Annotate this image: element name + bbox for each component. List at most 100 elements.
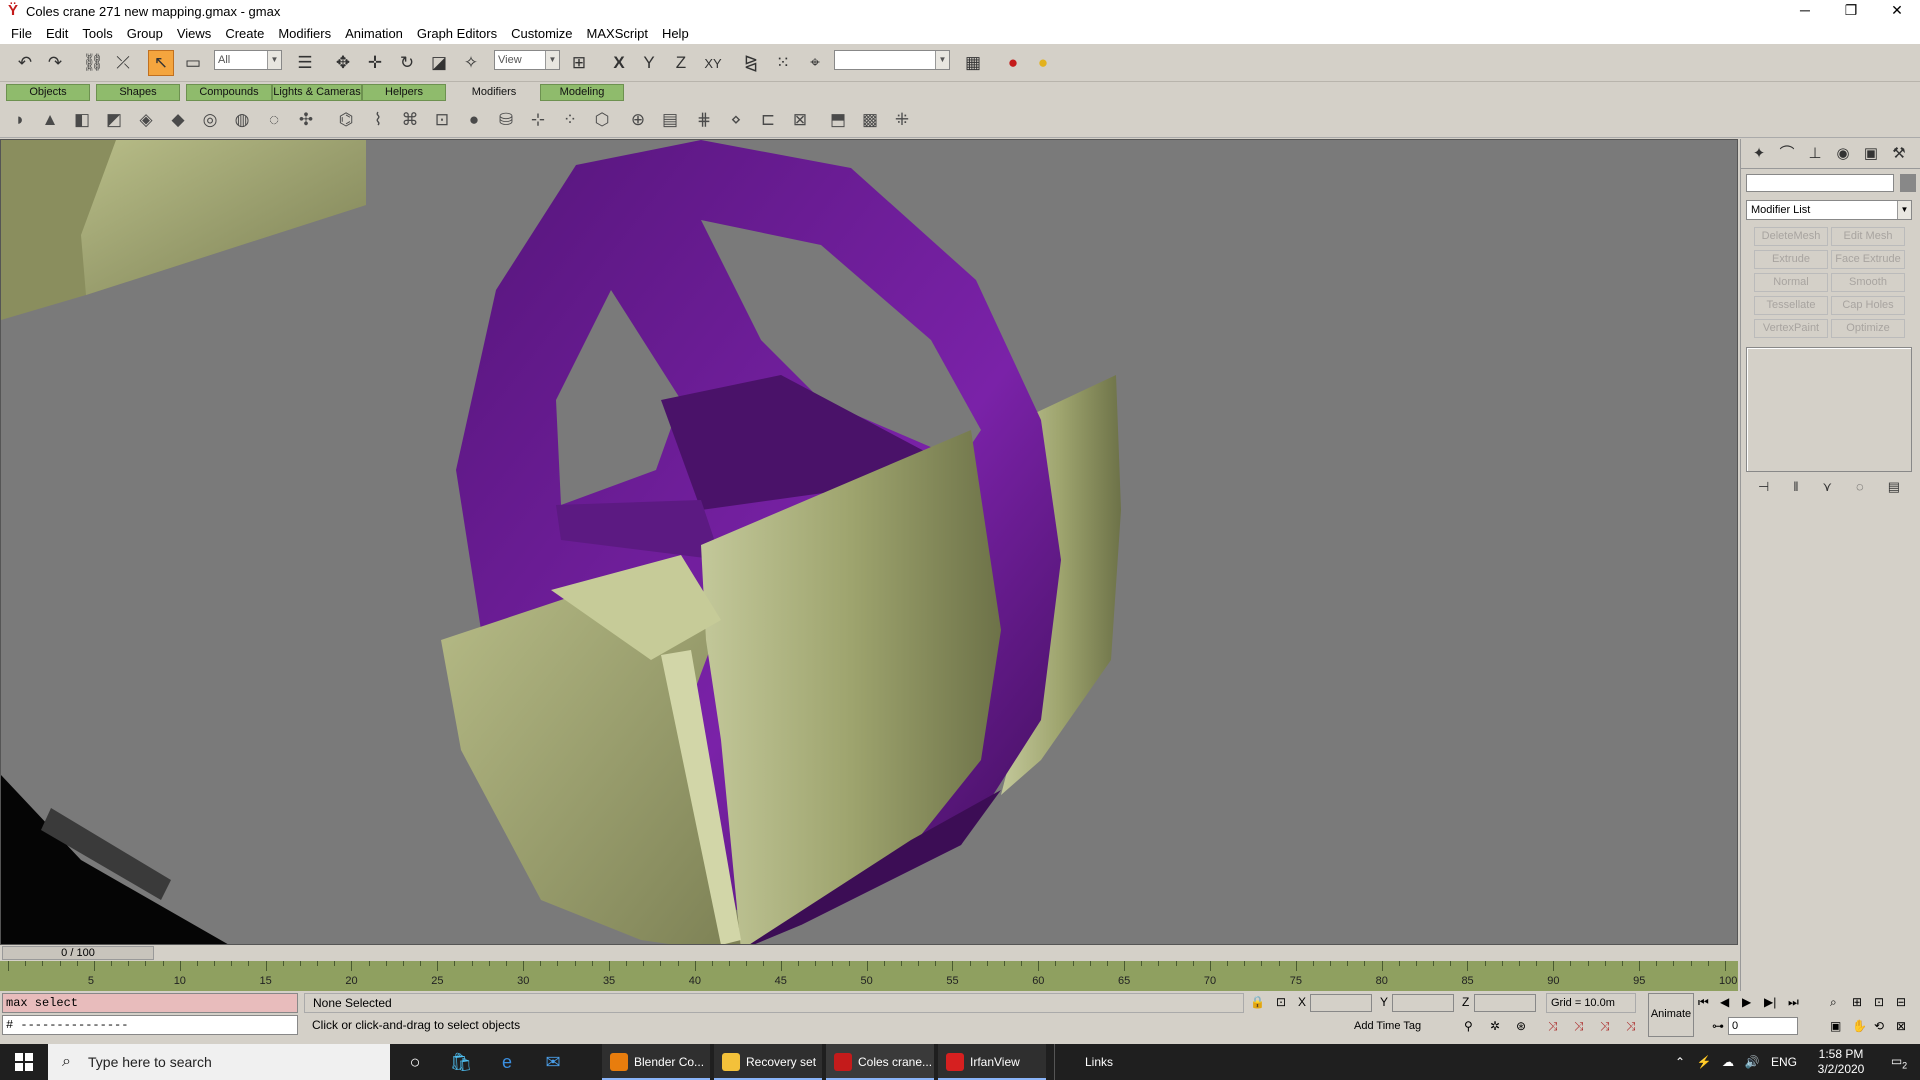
sphere-map-icon[interactable]: ● — [462, 108, 486, 132]
tab-objects[interactable]: Objects — [6, 84, 90, 101]
rectangular-selection-icon[interactable]: ▭ — [180, 50, 206, 76]
menu-graph-editors[interactable]: Graph Editors — [410, 26, 504, 41]
object-name-field[interactable] — [1746, 174, 1894, 192]
redo-icon[interactable]: ↷ — [42, 50, 68, 76]
menu-maxscript[interactable]: MAXScript — [580, 26, 655, 41]
face-extrude-button[interactable]: Face Extrude — [1831, 250, 1905, 269]
bend-icon[interactable]: ◗ — [8, 108, 32, 132]
optimize-button[interactable]: Optimize — [1831, 319, 1905, 338]
minimize-button[interactable]: ─ — [1782, 0, 1828, 22]
lattice-icon[interactable]: ⌬ — [334, 108, 358, 132]
spherify-icon[interactable]: ◎ — [198, 108, 222, 132]
region-zoom-icon[interactable]: ▣ — [1830, 1017, 1841, 1037]
cap-holes-icon[interactable]: ⊏ — [756, 108, 780, 132]
cap-holes-button[interactable]: Cap Holes — [1831, 296, 1905, 315]
menu-animation[interactable]: Animation — [338, 26, 410, 41]
array-icon[interactable]: ⁙ — [770, 50, 796, 76]
unwrap-uvw-icon[interactable]: ▤ — [658, 108, 682, 132]
time-slider[interactable]: 0 / 100 — [2, 946, 154, 960]
snap-toggle-icon[interactable]: ⚲ — [1464, 1017, 1473, 1037]
key-mode-icon[interactable]: ⤨ — [1574, 1017, 1584, 1037]
key-filter-icon[interactable]: ⤨ — [1600, 1017, 1610, 1037]
next-frame-icon[interactable]: ▶| — [1764, 993, 1776, 1013]
add-time-tag[interactable]: Add Time Tag — [1354, 1017, 1434, 1037]
current-frame-field[interactable]: 0 — [1728, 1017, 1798, 1035]
menu-group[interactable]: Group — [120, 26, 170, 41]
taskbar-search-box[interactable]: ⌕ Type here to search — [48, 1044, 390, 1080]
tab-shapes[interactable]: Shapes — [96, 84, 180, 101]
slice-icon[interactable]: ⊡ — [430, 108, 454, 132]
select-and-move-alt-icon[interactable]: ✛ — [362, 50, 388, 76]
pan-icon[interactable]: ✋ — [1852, 1017, 1867, 1037]
modify-tab-icon[interactable]: ⌒ — [1773, 142, 1801, 166]
zoom-icon[interactable]: ⌕ — [1830, 993, 1837, 1013]
normal-button[interactable]: Normal — [1754, 273, 1828, 292]
mail-icon[interactable]: ✉ — [530, 1044, 576, 1080]
configure-sets-icon[interactable]: ▤ — [1888, 479, 1900, 501]
smooth-button[interactable]: Smooth — [1831, 273, 1905, 292]
menu-modifiers[interactable]: Modifiers — [271, 26, 338, 41]
checker-icon[interactable]: ▩ — [858, 108, 882, 132]
pin-stack-icon[interactable]: ⊣ — [1758, 479, 1769, 501]
menu-tools[interactable]: Tools — [75, 26, 119, 41]
restrict-x-icon[interactable]: X — [606, 50, 632, 76]
z-coordinate-field[interactable] — [1474, 994, 1536, 1012]
x-coordinate-field[interactable] — [1310, 994, 1372, 1012]
uvw-map-icon[interactable]: ⊕ — [626, 108, 650, 132]
menu-edit[interactable]: Edit — [39, 26, 75, 41]
utilities-tab-icon[interactable]: ⚒ — [1885, 142, 1913, 166]
timeline-track[interactable]: 5 10 15 20 25 30 35 40 45 50 55 60 65 70 75 80 85 90 95 100 — [0, 961, 1738, 991]
menu-help[interactable]: Help — [655, 26, 696, 41]
volume-icon[interactable]: 🔊 — [1740, 1055, 1764, 1069]
named-selection-dropdown[interactable]: ▼ — [834, 50, 950, 70]
spinner-snap-icon[interactable]: ⤨ — [1548, 1017, 1558, 1037]
material-editor-icon[interactable]: ▦ — [960, 50, 986, 76]
maxscript-listener-line[interactable]: max select — [2, 993, 298, 1013]
play-icon[interactable]: ▶ — [1742, 993, 1751, 1013]
multi-material-icon[interactable]: ⁜ — [890, 108, 914, 132]
perspective-viewport[interactable] — [0, 139, 1738, 945]
maxscript-input-line[interactable]: # --------------- — [2, 1015, 298, 1035]
ffd-icon[interactable]: ⌘ — [398, 108, 422, 132]
task-view-icon[interactable]: ○ — [392, 1044, 438, 1080]
align-icon[interactable]: ⌖ — [802, 50, 828, 76]
extrude-button[interactable]: Extrude — [1754, 250, 1828, 269]
ripple-icon[interactable]: ◍ — [230, 108, 254, 132]
links-toolbar[interactable]: Links — [1054, 1044, 1124, 1080]
vertexpaint-button[interactable]: VertexPaint — [1754, 319, 1828, 338]
pivot-center-icon[interactable]: ⊞ — [566, 50, 592, 76]
taskbar-app-recovery-set[interactable]: Recovery set — [714, 1044, 822, 1080]
edit-mesh-button[interactable]: Edit Mesh — [1831, 227, 1905, 246]
arc-rotate-icon[interactable]: ⟲ — [1874, 1017, 1884, 1037]
edge-icon[interactable]: e — [484, 1044, 530, 1080]
taskbar-app-gmax[interactable]: Coles crane... — [826, 1044, 934, 1080]
select-by-name-icon[interactable]: ☰ — [292, 50, 318, 76]
go-to-start-icon[interactable]: ⏮ — [1698, 993, 1709, 1013]
mesh-select-icon[interactable]: ⁘ — [558, 108, 582, 132]
object-color-swatch[interactable] — [1900, 174, 1916, 192]
unlink-icon[interactable]: ⤫ — [110, 50, 136, 76]
tab-modeling[interactable]: Modeling — [540, 84, 624, 101]
edit-patch-icon[interactable]: ⊠ — [788, 108, 812, 132]
undo-icon[interactable]: ↶ — [12, 50, 38, 76]
clock[interactable]: 1:58 PM 3/2/2020 — [1804, 1047, 1878, 1077]
select-and-move-icon[interactable]: ✥ — [330, 50, 356, 76]
reference-coordinate-dropdown[interactable]: View ▼ — [494, 50, 560, 70]
previous-frame-icon[interactable]: ◀ — [1720, 993, 1729, 1013]
quick-render-icon[interactable]: ● — [1030, 50, 1056, 76]
mesh-smooth-icon[interactable]: ⋕ — [692, 108, 716, 132]
stack-icon[interactable]: ⬒ — [826, 108, 850, 132]
modifier-stack[interactable] — [1746, 347, 1912, 472]
y-coordinate-field[interactable] — [1392, 994, 1454, 1012]
selection-filter-dropdown[interactable]: All ▼ — [214, 50, 282, 70]
taskbar-app-irfanview[interactable]: IrfanView — [938, 1044, 1046, 1080]
zoom-extents-icon[interactable]: ⊡ — [1874, 993, 1884, 1013]
maximize-viewport-icon[interactable]: ⊠ — [1896, 1017, 1906, 1037]
hierarchy-tab-icon[interactable]: ⊥ — [1801, 142, 1829, 166]
stretch-icon[interactable]: ◈ — [134, 108, 158, 132]
set-key-icon[interactable]: ⤨ — [1626, 1017, 1636, 1037]
show-hidden-icons-icon[interactable]: ⌃ — [1668, 1055, 1692, 1069]
path-deform-icon[interactable]: ⌇ — [366, 108, 390, 132]
tab-helpers[interactable]: Helpers — [362, 84, 446, 101]
store-icon[interactable]: 🛍 — [438, 1044, 484, 1080]
